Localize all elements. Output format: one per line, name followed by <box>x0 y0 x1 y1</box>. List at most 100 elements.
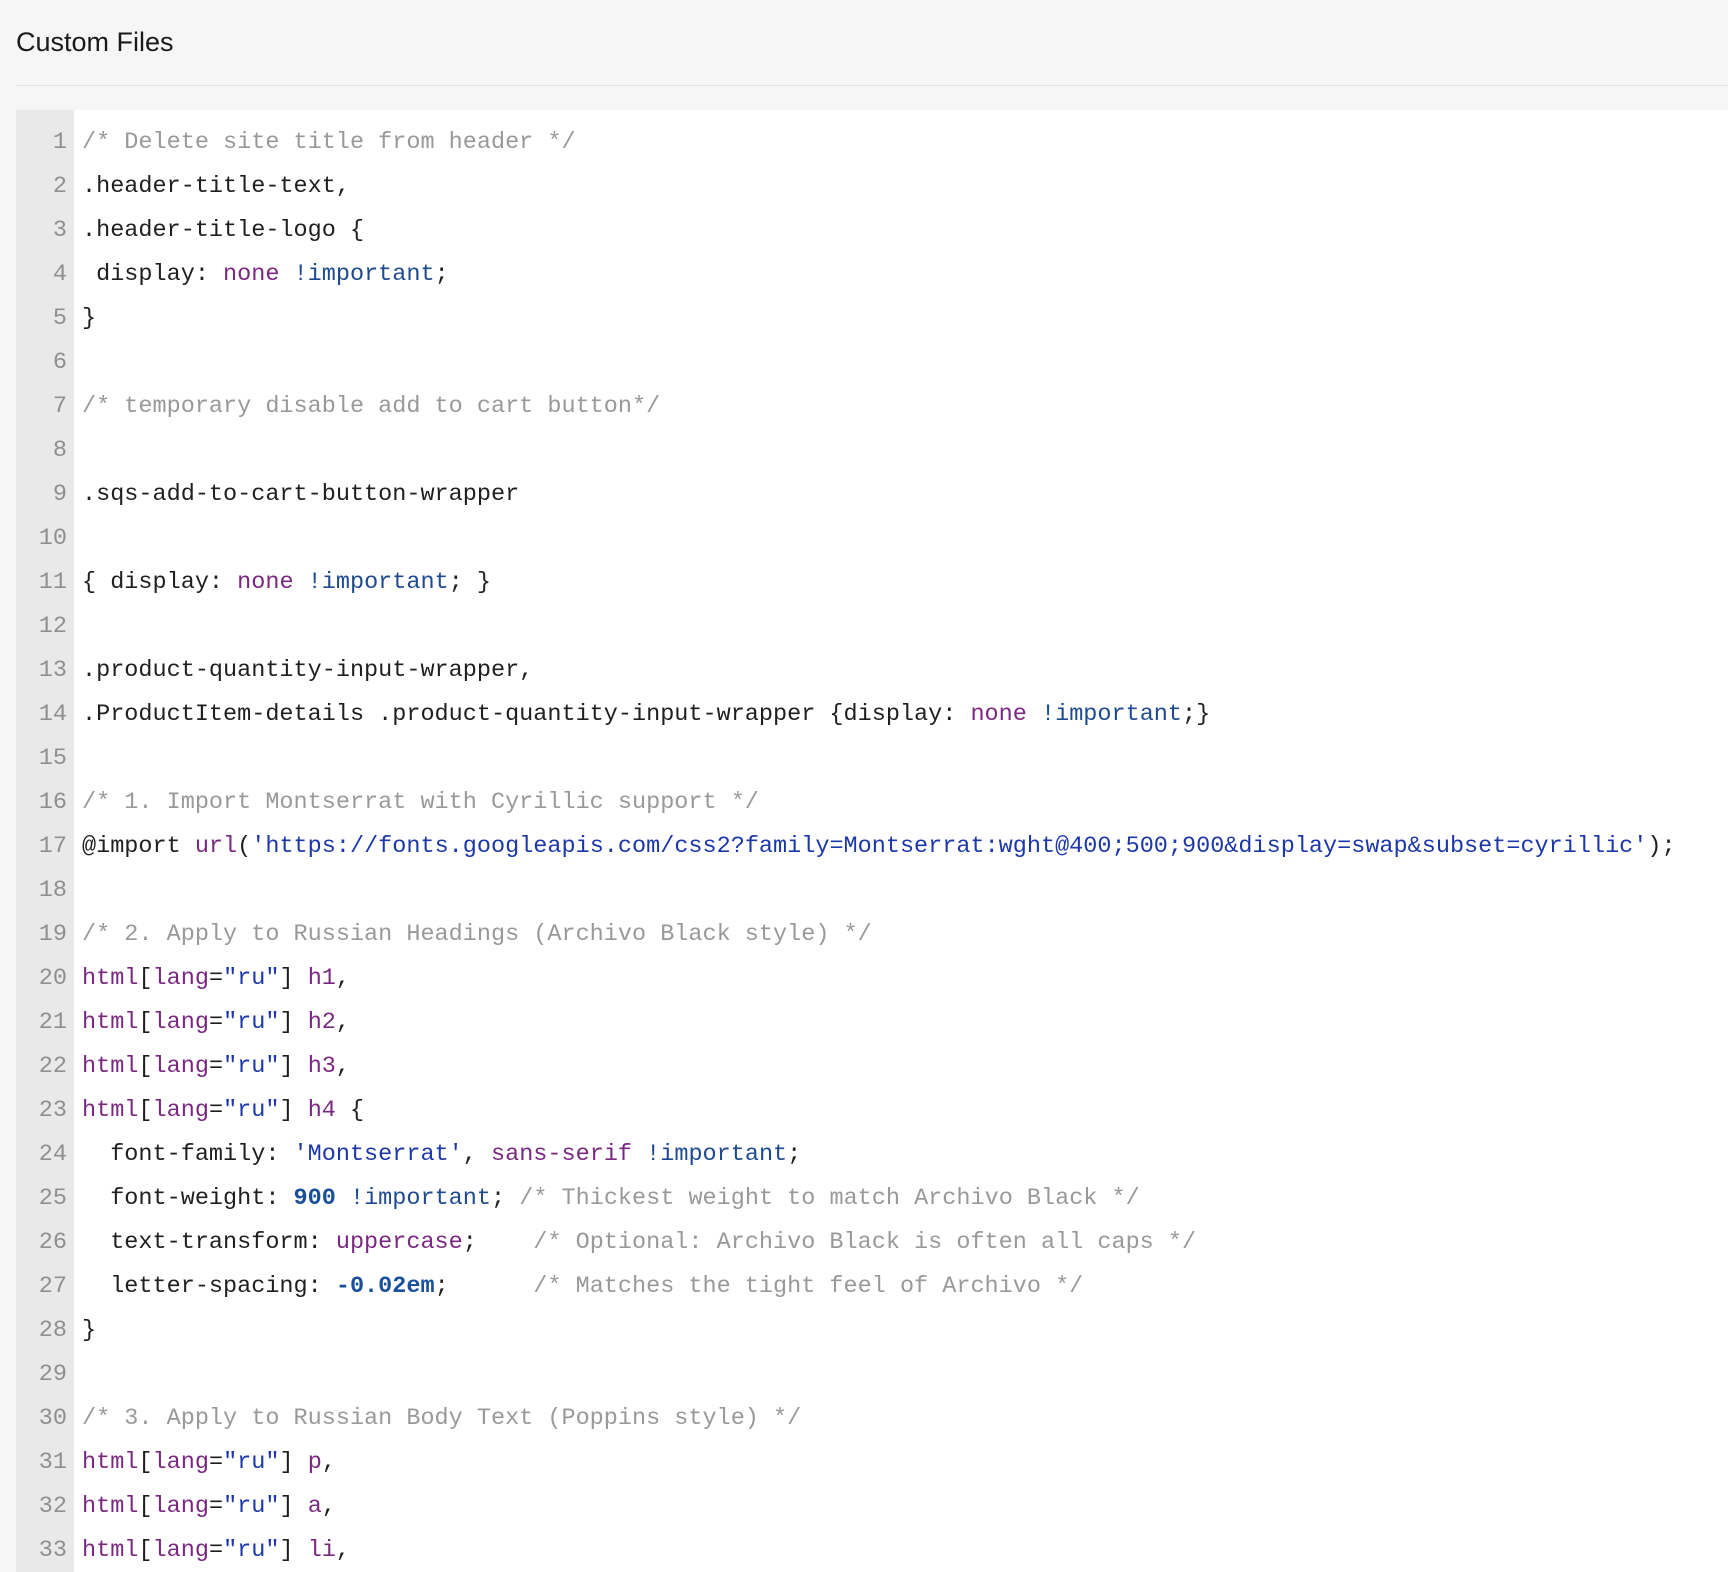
code-line[interactable]: 13 .product-quantity-input-wrapper, <box>16 649 1728 693</box>
code-line[interactable]: 2 .header-title-text, <box>16 165 1728 209</box>
code-text[interactable]: html[lang="ru"] a, <box>82 1485 336 1529</box>
code-text[interactable]: html[lang="ru"] p, <box>82 1441 336 1485</box>
code-token: ] <box>279 1009 308 1036</box>
code-lines[interactable]: 1 /* Delete site title from header */ 2 .he… <box>16 121 1728 1572</box>
line-number: 25 <box>38 1185 67 1212</box>
code-text[interactable]: @import url('https://fonts.googleapis.co… <box>82 825 1676 869</box>
code-line[interactable]: 16 /* 1. Import Montserrat with Cyrillic … <box>16 781 1728 825</box>
code-text[interactable]: html[lang="ru"] h2, <box>82 1001 350 1045</box>
code-line[interactable]: 12 <box>16 605 1728 649</box>
code-line[interactable]: 3 .header-title-logo { <box>16 209 1728 253</box>
code-line[interactable]: 5} <box>16 297 1728 341</box>
code-token: h3 <box>307 1053 336 1080</box>
code-line[interactable]: 23 html[lang="ru"] h4 { <box>16 1089 1728 1133</box>
code-line[interactable]: 15 <box>16 737 1728 781</box>
code-text[interactable]: html[lang="ru"] li, <box>82 1529 350 1572</box>
code-text[interactable]: /* Delete site title from header */ <box>82 121 576 165</box>
code-text[interactable]: } <box>82 297 96 341</box>
code-text[interactable]: html[lang="ru"] h1, <box>82 957 350 1001</box>
code-token: ; <box>491 1185 520 1212</box>
code-token: , <box>321 1493 336 1520</box>
code-line[interactable]: 22 html[lang="ru"] h3, <box>16 1045 1728 1089</box>
code-text[interactable]: font-weight: 900 !important; /* Thickest… <box>82 1177 1140 1221</box>
code-line[interactable]: 4 display: none !important; <box>16 253 1728 297</box>
code-token: /* 2. Apply to Russian Headings (Archivo… <box>82 921 872 948</box>
code-text[interactable]: letter-spacing: -0.02em; /* Matches the … <box>82 1265 1083 1309</box>
code-token: { display: <box>82 569 238 596</box>
code-line[interactable]: 18 <box>16 869 1728 913</box>
code-token: html <box>82 1009 139 1036</box>
code-line[interactable]: 19 /* 2. Apply to Russian Headings (Archi… <box>16 913 1728 957</box>
line-number: 31 <box>38 1449 67 1476</box>
code-text[interactable]: { display: none !important; } <box>82 561 491 605</box>
code-token: ] <box>279 1537 308 1564</box>
code-line[interactable]: 27 letter-spacing: -0.02em; /* Matches t… <box>16 1265 1728 1309</box>
code-token: ; } <box>448 569 492 596</box>
code-token: [ <box>138 1053 153 1080</box>
code-line[interactable]: 32 html[lang="ru"] a, <box>16 1485 1728 1529</box>
code-line[interactable]: 14 .ProductItem-details .product-quantity… <box>16 693 1728 737</box>
code-token: none <box>237 569 294 596</box>
code-text[interactable]: font-family: 'Montserrat', sans-serif !i… <box>82 1133 801 1177</box>
code-line[interactable]: 6 <box>16 341 1728 385</box>
code-line[interactable]: 11 { display: none !important; } <box>16 561 1728 605</box>
code-line[interactable]: 30 /* 3. Apply to Russian Body Text (Popp… <box>16 1397 1728 1441</box>
code-token: !important <box>1040 701 1183 728</box>
code-token: ); <box>1647 833 1676 860</box>
code-line[interactable]: 20 html[lang="ru"] h1, <box>16 957 1728 1001</box>
code-text[interactable]: } <box>82 1309 96 1353</box>
code-line[interactable]: 17 @import url('https://fonts.googleapis.… <box>16 825 1728 869</box>
code-line[interactable]: 1 /* Delete site title from header */ <box>16 121 1728 165</box>
code-line[interactable]: 9 .sqs-add-to-cart-button-wrapper <box>16 473 1728 517</box>
code-text[interactable]: .sqs-add-to-cart-button-wrapper <box>82 473 519 517</box>
code-token: 'Montserrat' <box>293 1141 463 1168</box>
code-token: none <box>223 261 280 288</box>
code-text[interactable]: /* temporary disable add to cart button*… <box>82 385 660 429</box>
code-token: lang <box>152 1097 209 1124</box>
line-number: 33 <box>38 1537 67 1564</box>
code-line[interactable]: 24 font-family: 'Montserrat', sans-serif… <box>16 1133 1728 1177</box>
code-text[interactable]: /* 1. Import Montserrat with Cyrillic su… <box>82 781 759 825</box>
code-text[interactable]: /* 3. Apply to Russian Body Text (Poppin… <box>82 1397 801 1441</box>
line-number: 26 <box>38 1229 67 1256</box>
code-token: [ <box>138 1537 153 1564</box>
code-line[interactable]: 29 <box>16 1353 1728 1397</box>
line-number: 1 <box>52 129 67 156</box>
code-line[interactable]: 25 font-weight: 900 !important; /* Thick… <box>16 1177 1728 1221</box>
code-text[interactable]: html[lang="ru"] h4 { <box>82 1089 364 1133</box>
code-text[interactable]: .header-title-text, <box>82 165 350 209</box>
code-line[interactable]: 7 /* temporary disable add to cart button… <box>16 385 1728 429</box>
code-line[interactable]: 28} <box>16 1309 1728 1353</box>
line-number: 18 <box>38 877 67 904</box>
code-token: !important <box>646 1141 788 1168</box>
code-line[interactable]: 26 text-transform: uppercase; /* Optiona… <box>16 1221 1728 1265</box>
code-text[interactable]: /* 2. Apply to Russian Headings (Archivo… <box>82 913 872 957</box>
code-token: !important <box>349 1185 491 1212</box>
line-number: 11 <box>38 569 67 596</box>
code-token: /* Optional: Archivo Black is often all … <box>533 1229 1197 1256</box>
code-text[interactable]: display: none !important; <box>82 253 449 297</box>
line-number: 21 <box>38 1009 67 1036</box>
code-text[interactable]: text-transform: uppercase; /* Optional: … <box>82 1221 1196 1265</box>
code-token: uppercase <box>335 1229 463 1256</box>
code-token: html <box>82 1493 139 1520</box>
code-line[interactable]: 10 <box>16 517 1728 561</box>
code-editor[interactable]: 1 /* Delete site title from header */ 2 .he… <box>16 110 1728 1572</box>
code-text[interactable]: .ProductItem-details .product-quantity-i… <box>82 693 1210 737</box>
code-token: h2 <box>307 1009 336 1036</box>
line-number: 17 <box>38 833 67 860</box>
code-line[interactable]: 33 html[lang="ru"] li, <box>16 1529 1728 1572</box>
code-token: .sqs-add-to-cart-button-wrapper <box>82 481 520 508</box>
code-line[interactable]: 21 html[lang="ru"] h2, <box>16 1001 1728 1045</box>
code-text[interactable]: html[lang="ru"] h3, <box>82 1045 350 1089</box>
line-number: 28 <box>38 1317 67 1344</box>
code-token: 900 <box>293 1185 336 1212</box>
code-line[interactable]: 31 html[lang="ru"] p, <box>16 1441 1728 1485</box>
code-line[interactable]: 8 <box>16 429 1728 473</box>
code-token: = <box>208 965 224 992</box>
code-text[interactable]: .header-title-logo { <box>82 209 364 253</box>
line-number: 30 <box>38 1405 67 1432</box>
panel-header: Custom Files <box>16 0 1728 86</box>
code-text[interactable]: .product-quantity-input-wrapper, <box>82 649 533 693</box>
